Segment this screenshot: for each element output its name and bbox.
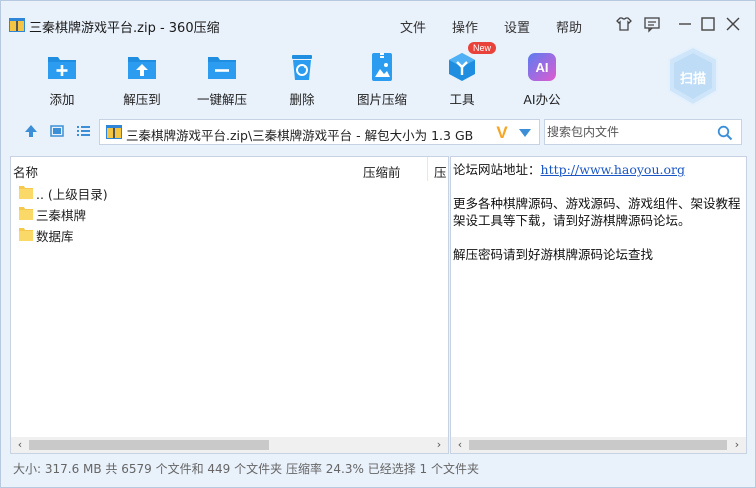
list-item-name: 三秦棋牌	[36, 208, 87, 223]
zip-file-icon	[106, 125, 122, 139]
scan-button[interactable]: 扫描	[665, 45, 721, 107]
folder-icon	[19, 186, 33, 199]
scan-label: 扫描	[679, 72, 706, 87]
one-click-extract-icon	[208, 57, 236, 79]
status-bar-text: 大小: 317.6 MB 共 6579 个文件和 449 个文件夹 压缩率 24…	[13, 462, 479, 476]
search-icon[interactable]	[717, 125, 733, 141]
preview-hscrollbar[interactable]: ‹ ›	[451, 437, 746, 453]
recycle-bin-icon	[292, 55, 312, 80]
address-path: 三秦棋牌游戏平台.zip\三秦棋牌游戏平台 - 解包大小为 1.3 GB	[126, 128, 474, 143]
delete-button[interactable]: 删除	[267, 51, 337, 107]
one-click-extract-label: 一键解压	[196, 92, 247, 107]
maximize-icon[interactable]	[698, 14, 718, 34]
folder-icon	[19, 207, 33, 220]
tools-icon	[449, 53, 475, 81]
add-label: 添加	[49, 92, 75, 107]
add-button[interactable]: 添加	[27, 51, 97, 107]
extract-to-button[interactable]: 解压到	[107, 51, 177, 107]
column-header-before[interactable]: 压缩前	[363, 162, 401, 181]
new-badge: New	[468, 42, 497, 54]
comment-preview-pane: 论坛网站地址：http://www.haoyou.org 更多各种棋牌源码、游戏…	[450, 156, 747, 454]
minimize-icon[interactable]	[675, 14, 695, 34]
chevron-down-icon[interactable]	[518, 128, 532, 138]
file-list-hscrollbar[interactable]: ‹ ›	[11, 437, 448, 453]
preview-line-forum: 论坛网站地址：http://www.haoyou.org	[453, 159, 685, 178]
list-view-icon[interactable]	[75, 123, 91, 139]
extract-to-label: 解压到	[123, 92, 161, 107]
preview-line-password: 解压密码请到好游棋牌源码论坛查找	[453, 247, 654, 262]
window-title: 三秦棋牌游戏平台.zip - 360压缩	[29, 21, 220, 36]
menu-operate[interactable]: 操作	[452, 17, 478, 36]
ai-office-icon: AI	[528, 53, 556, 81]
menu-settings[interactable]: 设置	[504, 17, 530, 36]
list-item[interactable]: .. (上级目录)	[17, 182, 317, 202]
scroll-thumb[interactable]	[469, 440, 727, 450]
forum-link[interactable]: http://www.haoyou.org	[541, 162, 685, 177]
list-item[interactable]: 数据库	[17, 224, 317, 244]
title-bar: 三秦棋牌游戏平台.zip - 360压缩 文件 操作 设置 帮助	[1, 1, 755, 49]
v-logo-text: V	[496, 123, 508, 141]
app-window: 三秦棋牌游戏平台.zip - 360压缩 文件 操作 设置 帮助 添加 解压到 …	[0, 0, 756, 488]
image-compress-label: 图片压缩	[356, 92, 407, 107]
menu-help[interactable]: 帮助	[556, 17, 582, 36]
v-logo-icon[interactable]: V	[494, 123, 510, 141]
skin-shirt-icon[interactable]	[614, 14, 634, 34]
feedback-icon[interactable]	[642, 14, 662, 34]
file-list-pane[interactable]: 名称 压缩前 压 .. (上级目录) 三秦棋牌 数据库 ‹ ›	[10, 156, 449, 454]
ai-icon-text: AI	[536, 60, 549, 75]
tools-button[interactable]: 工具	[427, 51, 497, 107]
preview-forum-prefix: 论坛网站地址：	[453, 162, 541, 177]
zip-app-icon	[9, 18, 25, 32]
list-item-name: 数据库	[36, 229, 74, 244]
column-separator[interactable]	[427, 157, 428, 181]
search-box[interactable]	[544, 119, 742, 145]
up-arrow-icon[interactable]	[23, 123, 39, 139]
menu-file[interactable]: 文件	[400, 17, 426, 36]
column-header-name[interactable]: 名称	[13, 162, 38, 181]
image-compress-button[interactable]: 图片压缩	[347, 51, 417, 107]
scroll-right-icon[interactable]: ›	[432, 438, 446, 452]
add-folder-icon	[48, 57, 76, 79]
delete-label: 删除	[289, 92, 315, 107]
search-input[interactable]	[547, 122, 707, 142]
ai-office-button[interactable]: AI AI办公	[507, 51, 577, 107]
list-item[interactable]: 三秦棋牌	[17, 203, 317, 223]
scroll-left-icon[interactable]: ‹	[453, 438, 467, 452]
close-icon[interactable]	[723, 14, 743, 34]
extract-to-icon	[128, 57, 156, 79]
preview-line-tools: 架设工具等下载，请到好游棋牌源码论坛。	[453, 213, 691, 228]
address-bar[interactable]: 三秦棋牌游戏平台.zip\三秦棋牌游戏平台 - 解包大小为 1.3 GB V	[99, 119, 540, 145]
ai-office-label: AI办公	[523, 92, 561, 107]
one-click-extract-button[interactable]: 一键解压	[187, 51, 257, 107]
image-compress-icon	[372, 53, 392, 81]
scroll-right-icon[interactable]: ›	[730, 438, 744, 452]
thumbnail-view-icon[interactable]	[49, 123, 65, 139]
column-header-after[interactable]: 压	[434, 162, 447, 181]
list-item-name: .. (上级目录)	[36, 187, 108, 202]
folder-icon	[19, 228, 33, 241]
scroll-left-icon[interactable]: ‹	[13, 438, 27, 452]
tools-label: 工具	[449, 92, 475, 107]
scroll-thumb[interactable]	[29, 440, 269, 450]
